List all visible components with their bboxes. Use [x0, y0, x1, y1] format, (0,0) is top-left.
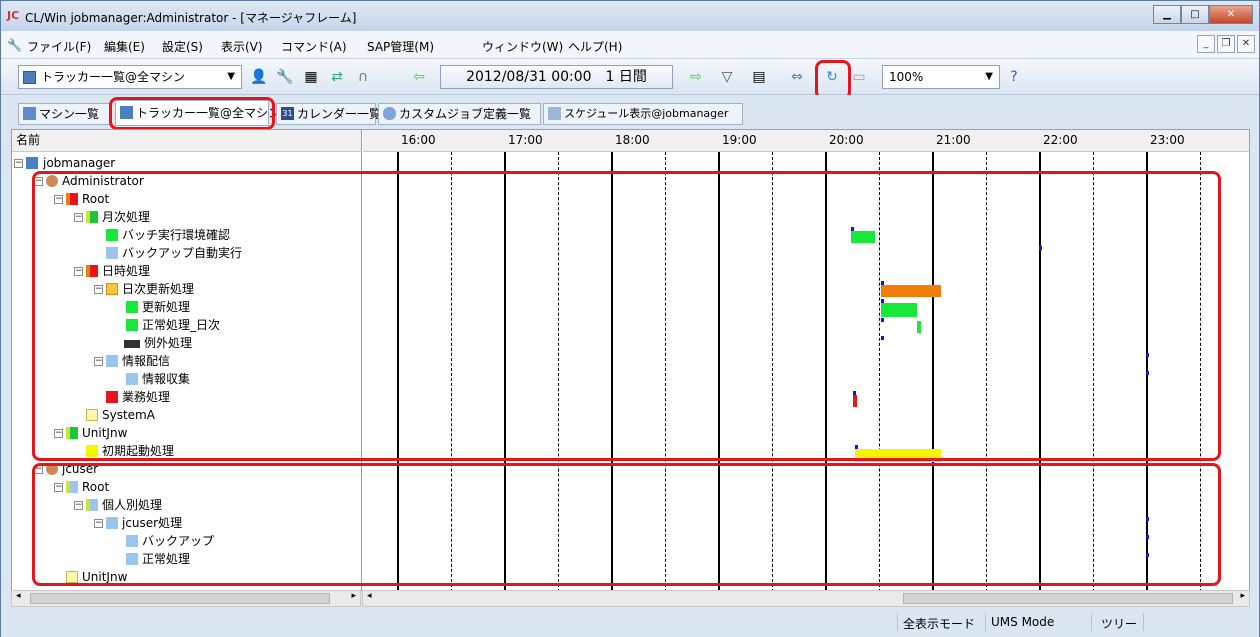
zoom-value: 100%: [889, 70, 924, 84]
zoom-selector[interactable]: 100% ▼: [882, 65, 1000, 89]
tab-custom-job-list[interactable]: カスタムジョブ定義一覧: [378, 103, 541, 125]
title-bar[interactable]: JC CL/Win jobmanager:Administrator - [マネ…: [1, 1, 1259, 31]
tab-label: カレンダー一覧: [297, 107, 382, 121]
lock-icon[interactable]: ∩: [353, 67, 373, 87]
schedule-icon[interactable]: ▦: [301, 67, 321, 87]
tracker-icon: [23, 71, 36, 84]
hour-label: 22:00: [1043, 133, 1078, 147]
menu-command[interactable]: コマンド(A): [281, 38, 347, 55]
tab-schedule-view[interactable]: スケジュール表示@jobmanager: [543, 103, 743, 125]
scroll-left-icon[interactable]: ◂: [16, 591, 21, 601]
highlight-box-tab: [109, 97, 275, 130]
tree-header[interactable]: 名前: [12, 130, 362, 152]
mdi-close-button[interactable]: ✕: [1237, 35, 1255, 53]
next-period-icon[interactable]: ⇨: [686, 67, 706, 87]
close-button[interactable]: ✕: [1209, 5, 1253, 24]
mdi-minimize-button[interactable]: _: [1197, 35, 1215, 53]
window-title: CL/Win jobmanager:Administrator - [マネージャ…: [25, 11, 357, 25]
menu-edit[interactable]: 編集(E): [104, 38, 145, 55]
status-separator: [897, 613, 898, 631]
status-view: ツリー: [1101, 617, 1138, 631]
date-range-display[interactable]: 2012/08/31 00:00 1 日間: [440, 65, 673, 89]
tab-machine-list[interactable]: マシン一覧: [18, 103, 111, 125]
chevron-down-icon: ▼: [985, 71, 993, 82]
machine-icon: [26, 157, 38, 169]
status-display-mode: 全表示モード: [903, 617, 976, 631]
wrench-icon[interactable]: 🔧: [275, 67, 295, 87]
hour-label: 19:00: [722, 133, 757, 147]
mdi-restore-button[interactable]: ❐: [1217, 35, 1235, 53]
scroll-right-icon[interactable]: ▸: [351, 591, 356, 601]
menu-window[interactable]: ウィンドウ(W): [482, 38, 563, 55]
scroll-left-icon[interactable]: ◂: [367, 591, 372, 601]
tab-calendar-list[interactable]: 31 カレンダー一覧: [276, 103, 381, 125]
filter-icon[interactable]: ▽: [717, 67, 737, 87]
schedule-icon: [548, 107, 561, 120]
status-separator: [1091, 613, 1092, 631]
menu-sap[interactable]: SAP管理(M): [367, 38, 434, 55]
tab-label: マシン一覧: [39, 107, 100, 121]
menu-settings[interactable]: 設定(S): [162, 38, 203, 55]
hour-label: 17:00: [508, 133, 543, 147]
new-icon[interactable]: ▭: [849, 67, 869, 87]
hour-label: 23:00: [1150, 133, 1185, 147]
calendar-icon: 31: [281, 107, 294, 120]
hour-label: 20:00: [829, 133, 864, 147]
highlight-box-refresh: [815, 60, 851, 100]
tree-node-label: jobmanager: [43, 156, 116, 170]
tab-label: スケジュール表示@jobmanager: [564, 107, 729, 120]
menu-file[interactable]: ファイル(F): [27, 38, 91, 55]
tree-horizontal-scrollbar[interactable]: ◂ ▸: [11, 590, 361, 607]
app-menu-icon[interactable]: 🔧: [7, 38, 22, 52]
view-selector-value: トラッカー一覧@全マシン: [41, 70, 186, 84]
tree-node-jobmanager[interactable]: − jobmanager: [12, 154, 361, 172]
timeline-header: 16:00 17:00 18:00 19:00 20:00 21:00 22:0…: [363, 130, 1249, 152]
maximize-button[interactable]: □: [1181, 5, 1209, 24]
job-icon[interactable]: ▤: [749, 67, 769, 87]
minimize-button[interactable]: ▁: [1153, 5, 1181, 24]
user-icon[interactable]: 👤: [249, 67, 269, 87]
tracker-panel: 名前 − jobmanager − Administrator − Root −…: [11, 129, 1250, 591]
hour-label: 18:00: [615, 133, 650, 147]
hour-label: 21:00: [936, 133, 971, 147]
custom-job-icon: [383, 107, 396, 120]
expand-icon[interactable]: ⇔: [787, 67, 807, 87]
help-icon[interactable]: ?: [1004, 67, 1024, 87]
status-bar: 全表示モード UMS Mode ツリー: [1, 607, 1259, 637]
app-logo: JC: [7, 9, 20, 22]
status-separator: [985, 613, 986, 631]
gantt-horizontal-scrollbar[interactable]: ◂ ▸: [362, 590, 1250, 607]
prev-period-icon[interactable]: ⇦: [409, 67, 429, 87]
menu-help[interactable]: ヘルプ(H): [568, 38, 622, 55]
scroll-thumb[interactable]: [903, 593, 1233, 604]
view-selector[interactable]: トラッカー一覧@全マシン ▼: [18, 65, 242, 89]
menu-bar: 🔧 ファイル(F) 編集(E) 設定(S) 表示(V) コマンド(A) SAP管…: [1, 31, 1259, 59]
scroll-thumb[interactable]: [30, 593, 330, 604]
highlight-box-jcuser: [32, 463, 1221, 586]
collapse-icon[interactable]: −: [14, 159, 23, 168]
menu-view[interactable]: 表示(V): [221, 38, 263, 55]
application-window: JC CL/Win jobmanager:Administrator - [マネ…: [0, 0, 1260, 637]
status-separator: [1143, 613, 1144, 631]
hour-label: 16:00: [401, 133, 436, 147]
highlight-box-administrator: [32, 171, 1221, 461]
toolbar: トラッカー一覧@全マシン ▼ 👤 🔧 ▦ ⇄ ∩ ⇦ 2012/08/31 00…: [1, 59, 1259, 95]
status-ums-mode: UMS Mode: [991, 615, 1055, 629]
machine-icon: [23, 107, 36, 120]
scroll-right-icon[interactable]: ▸: [1240, 591, 1245, 601]
refresh-icon[interactable]: ⇄: [327, 67, 347, 87]
chevron-down-icon: ▼: [227, 71, 235, 82]
tab-label: カスタムジョブ定義一覧: [399, 107, 532, 121]
